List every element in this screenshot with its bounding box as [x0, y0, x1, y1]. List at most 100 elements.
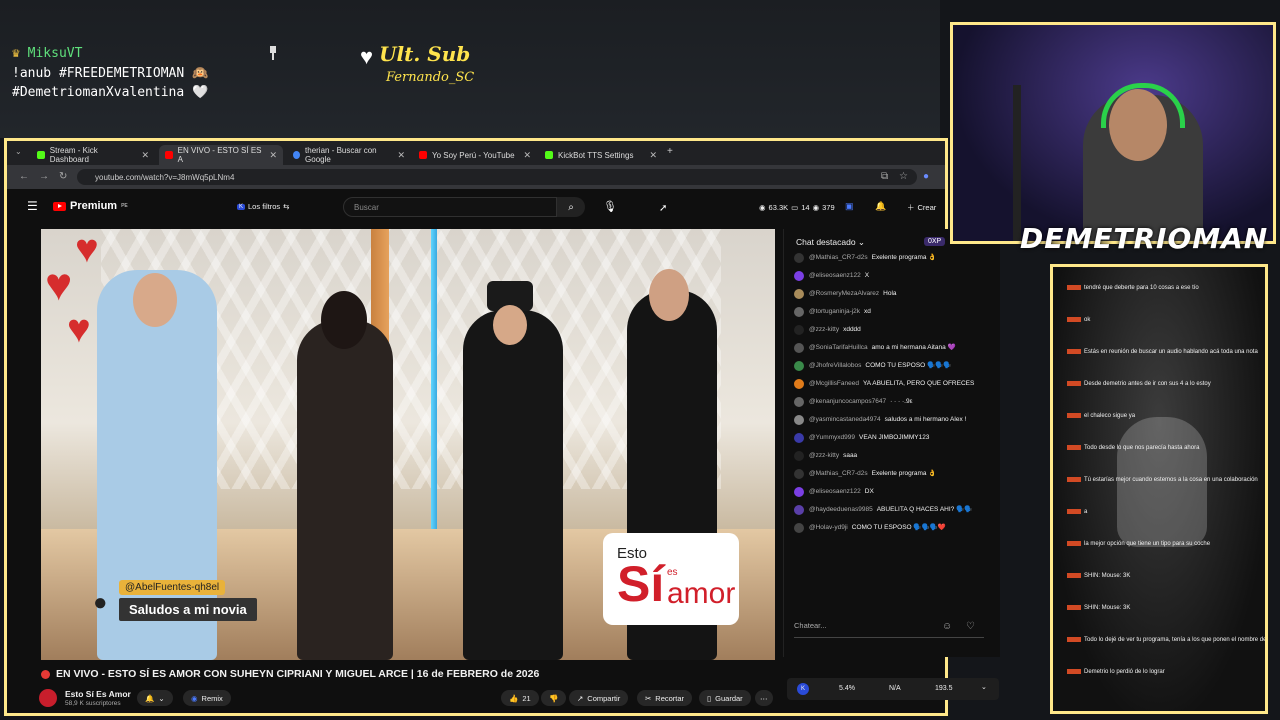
chat-header[interactable]: Chat destacado ⌄	[796, 237, 865, 248]
channel-name[interactable]: Esto Sí Es Amor	[65, 689, 131, 699]
remix-button[interactable]: ◉ Remix	[183, 690, 231, 706]
more-button[interactable]: ⋯	[755, 690, 773, 706]
reload-icon[interactable]: ↻	[59, 171, 67, 182]
chat-username[interactable]: @Yummyxd999	[809, 434, 855, 441]
chat-avatar[interactable]	[794, 253, 804, 263]
chat-avatar[interactable]	[794, 451, 804, 461]
chat-message[interactable]: @JhofreVillalobos COMO TU ESPOSO 🗣️🗣️🗣️	[794, 361, 990, 371]
url-field[interactable]: youtube.com/watch?v=J8mWq5pLNm4	[77, 169, 917, 185]
tab-kick-dashboard[interactable]: Stream - Kick Dashboard ✕	[31, 145, 155, 165]
chat-message[interactable]: @eliseosaenz122 X	[794, 271, 990, 281]
like-count: 21	[522, 693, 531, 703]
chat-message[interactable]: @McgillisFaneed YA ABUELITA, PERO QUE OFR…	[794, 379, 990, 389]
dislike-button[interactable]: 👎	[541, 690, 567, 706]
chat-username[interactable]: @haydeeduenas9985	[809, 506, 873, 513]
like-button[interactable]: 👍 21	[501, 690, 539, 706]
chat-avatar[interactable]	[794, 307, 804, 317]
microphone-icon[interactable]: 🎙	[603, 200, 617, 213]
extension-icon[interactable]: ▣	[845, 201, 854, 212]
search-button[interactable]: ⌕	[557, 197, 585, 217]
chat-message[interactable]: @tortuganinja-j2k xd	[794, 307, 990, 317]
chat-username[interactable]: @zzz-kitty	[809, 452, 839, 459]
notifications-icon[interactable]: 🔔	[875, 201, 886, 212]
chat-avatar[interactable]	[794, 523, 804, 533]
stat-cpu: 5.4%	[839, 685, 855, 692]
close-icon[interactable]: ✕	[523, 150, 531, 161]
chat-avatar[interactable]	[794, 433, 804, 443]
chat-avatar[interactable]	[794, 397, 804, 407]
chat-avatar[interactable]	[794, 343, 804, 353]
forward-icon[interactable]: →	[39, 171, 49, 182]
eye-icon: ◉	[759, 203, 766, 212]
subscribe-bell-button[interactable]: 🔔 ⌄	[137, 690, 173, 706]
new-tab-button[interactable]: +	[667, 146, 673, 157]
tab-yo-soy-peru[interactable]: Yo Soy Perú - YouTube ✕	[413, 145, 537, 165]
chat-avatar[interactable]	[794, 415, 804, 425]
chat-username[interactable]: @yasmincastaneda4974	[809, 416, 881, 423]
chat-avatar[interactable]	[794, 505, 804, 515]
chat-username[interactable]: @McgillisFaneed	[809, 380, 859, 387]
clip-button[interactable]: ✂ Recortar	[637, 690, 693, 706]
emoji-icon[interactable]: ☺	[942, 621, 952, 632]
chat-username[interactable]: @Mathias_CR7-d2s	[809, 254, 868, 261]
tab-google-search[interactable]: therian - Buscar con Google ✕	[287, 145, 411, 165]
chat-avatar[interactable]	[794, 289, 804, 299]
chat-username[interactable]: @RosmeryMezaAlvarez	[809, 290, 879, 297]
points-badge[interactable]: 0XP	[924, 237, 946, 246]
chat-username[interactable]: @tortuganinja-j2k	[809, 308, 860, 315]
chat-message[interactable]: @Mathias_CR7-d2s Exelente programa 👌	[794, 253, 990, 263]
close-icon[interactable]: ✕	[397, 150, 405, 161]
tab-kickbot-tts[interactable]: KickBot TTS Settings ✕	[539, 145, 663, 165]
close-icon[interactable]: ✕	[141, 150, 149, 161]
create-button[interactable]: ＋ Crear	[907, 202, 936, 213]
menu-icon[interactable]: ☰	[27, 199, 38, 213]
chat-avatar[interactable]	[794, 361, 804, 371]
heart-outline-icon[interactable]: ♡	[966, 621, 975, 632]
chat-avatar[interactable]	[794, 379, 804, 389]
bookmark-star-icon[interactable]: ☆	[899, 171, 908, 182]
save-button[interactable]: ▯ Guardar	[699, 690, 751, 706]
chat-username[interactable]: @zzz-kitty	[809, 326, 839, 333]
chat-message[interactable]: @Mathias_CR7-d2s Exelente programa 👌	[794, 469, 990, 479]
chat-avatar[interactable]	[794, 469, 804, 479]
remix-label: Remix	[201, 693, 223, 703]
chat-username[interactable]: @Holav-yd9ji	[809, 524, 848, 531]
chat-message[interactable]: @Holav-yd9ji COMO TU ESPOSO 🗣️🗣️🗣️❤️	[794, 523, 990, 533]
chat-message[interactable]: @haydeeduenas9985 ABUELITA Q HACES AHI? 🗣…	[794, 505, 990, 515]
search-input[interactable]: Buscar	[343, 197, 557, 217]
chat-username[interactable]: @eliseosaenz122	[809, 272, 861, 279]
tab-youtube-live[interactable]: EN VIVO - ESTO SÍ ES A ✕	[159, 145, 283, 165]
chat-message[interactable]: @eliseosaenz122 DX	[794, 487, 990, 497]
chat-input[interactable]: Chatear...	[794, 621, 984, 638]
video-player[interactable]: ♥ ♥ ♥ @AbelFuentes-qh8el Saludos a mi no…	[41, 229, 775, 660]
back-icon[interactable]: ←	[19, 171, 29, 182]
chat-username[interactable]: @eliseosaenz122	[809, 488, 861, 495]
chat-avatar[interactable]	[794, 487, 804, 497]
chat-username[interactable]: @Mathias_CR7-d2s	[809, 470, 868, 477]
chat-message[interactable]: @zzz-kitty saaa	[794, 451, 990, 461]
channel-avatar[interactable]	[39, 689, 57, 707]
share-button[interactable]: ↗ Compartir	[569, 690, 629, 706]
close-icon[interactable]: ✕	[649, 150, 657, 161]
chat-text: X	[864, 272, 870, 279]
tab-list-icon[interactable]: ⌄	[15, 147, 22, 156]
cast-icon[interactable]: ⧉	[881, 171, 888, 182]
chat-message-list[interactable]: @Mathias_CR7-d2s Exelente programa 👌 @elis…	[794, 253, 990, 613]
chat-username[interactable]: @JhofreVillalobos	[809, 362, 861, 369]
profile-icon[interactable]: ●	[923, 171, 929, 182]
overlay-username: MiksuVT	[27, 46, 83, 61]
chat-message[interactable]: @SoniaTarifaHuillca amo a mi hermana Aita…	[794, 343, 990, 353]
close-icon[interactable]: ✕	[269, 150, 277, 161]
chat-message[interactable]: @RosmeryMezaAlvarez Hola	[794, 289, 990, 299]
chat-message[interactable]: @kenanjuncocampos7647 · · · ·.9ε	[794, 397, 990, 407]
chat-message[interactable]: @yasmincastaneda4974 saludos a mi hermano…	[794, 415, 990, 425]
chat-username[interactable]: @kenanjuncocampos7647	[809, 398, 886, 405]
youtube-premium-logo[interactable]: Premium PE	[53, 200, 128, 212]
chat-message[interactable]: @zzz-kitty xdddd	[794, 325, 990, 335]
chat-message[interactable]: @Yummyxd999 VEAN JIMBOJIMMY123	[794, 433, 990, 443]
chat-avatar[interactable]	[794, 325, 804, 335]
filters-chip[interactable]: K Los filtros ⇆	[237, 202, 289, 211]
chevron-down-icon[interactable]: ⌄	[981, 683, 987, 691]
chat-avatar[interactable]	[794, 271, 804, 281]
chat-username[interactable]: @SoniaTarifaHuillca	[809, 344, 868, 351]
